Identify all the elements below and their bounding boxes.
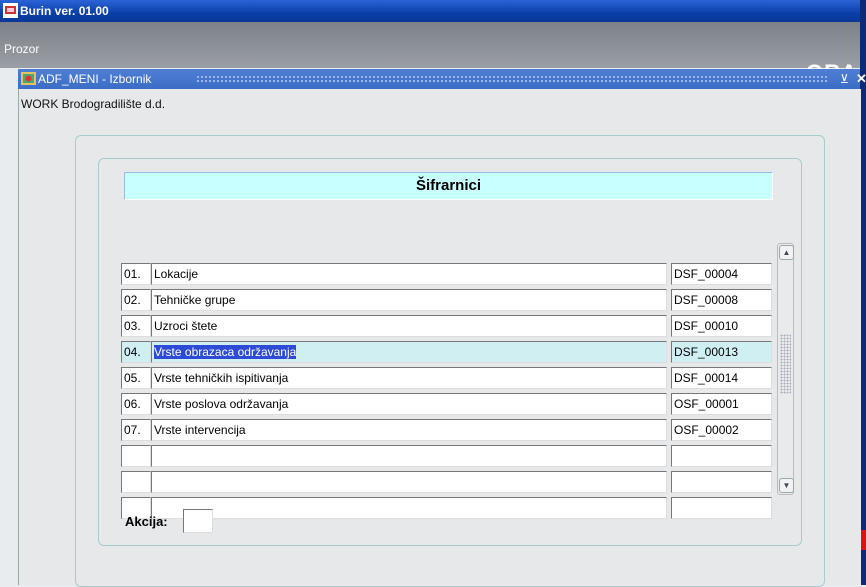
row-name[interactable]: Vrste intervencija xyxy=(151,419,667,441)
menubar: Prozor ORA xyxy=(0,22,860,85)
row-name-text: Uzroci štete xyxy=(154,319,218,333)
row-number[interactable]: 06. xyxy=(121,393,151,415)
row-name[interactable]: Lokacije xyxy=(151,263,667,285)
row-name-text: Vrste tehničkih ispitivanja xyxy=(154,371,289,385)
row-code[interactable]: OSF_00001 xyxy=(671,393,772,415)
row-code[interactable] xyxy=(671,497,772,519)
row-name[interactable] xyxy=(151,445,667,467)
row-name-text: Lokacije xyxy=(154,267,199,281)
menu-prozor[interactable]: Prozor xyxy=(4,42,39,56)
row-code[interactable] xyxy=(671,445,772,467)
form-icon xyxy=(21,72,36,85)
minimize-icon[interactable]: ⊻ xyxy=(840,69,849,89)
row-name-text: Vrste intervencija xyxy=(154,423,246,437)
action-input[interactable] xyxy=(183,509,213,533)
window-body: WORK Brodogradilište d.d. Šifrarnici 01.… xyxy=(18,89,861,587)
row-number[interactable]: 05. xyxy=(121,367,151,389)
inner-panel: Šifrarnici 01. Lokacije DSF_00004 02. Tehnič… xyxy=(98,158,802,546)
row-code[interactable]: DSF_00004 xyxy=(671,263,772,285)
row-name[interactable]: Tehničke grupe xyxy=(151,289,667,311)
row-number[interactable]: 02. xyxy=(121,289,151,311)
window-titlebar[interactable]: ADF_MENI - Izbornik ⊻ ✕ xyxy=(18,69,866,89)
row-number[interactable] xyxy=(121,471,151,493)
company-name: WORK Brodogradilište d.d. xyxy=(21,97,166,111)
action-label: Akcija: xyxy=(125,514,168,529)
row-code[interactable]: DSF_00010 xyxy=(671,315,772,337)
window-title: ADF_MENI - Izbornik xyxy=(38,72,152,86)
list-scrollbar[interactable]: ▲ ▼ xyxy=(777,243,794,495)
row-code[interactable]: DSF_00013 xyxy=(671,341,772,363)
row-code[interactable]: DSF_00014 xyxy=(671,367,772,389)
row-name[interactable]: Uzroci štete xyxy=(151,315,667,337)
row-number[interactable]: 03. xyxy=(121,315,151,337)
row-name-text: Tehničke grupe xyxy=(154,293,236,307)
titlebar-pattern xyxy=(196,75,828,83)
row-number[interactable]: 04. xyxy=(121,341,151,363)
row-code[interactable]: DSF_00008 xyxy=(671,289,772,311)
row-number[interactable]: 07. xyxy=(121,419,151,441)
row-name-text: Vrste poslova održavanja xyxy=(154,397,289,411)
row-code[interactable]: OSF_00002 xyxy=(671,419,772,441)
section-header: Šifrarnici xyxy=(124,172,773,200)
row-number[interactable] xyxy=(121,445,151,467)
outer-panel: Šifrarnici 01. Lokacije DSF_00004 02. Tehnič… xyxy=(75,135,825,587)
scroll-down-icon[interactable]: ▼ xyxy=(779,478,794,493)
scroll-up-icon[interactable]: ▲ xyxy=(779,245,794,260)
row-name-text: Vrste obrazaca održavanja xyxy=(154,345,297,359)
row-code[interactable] xyxy=(671,471,772,493)
row-name[interactable]: Vrste poslova održavanja xyxy=(151,393,667,415)
row-number[interactable]: 01. xyxy=(121,263,151,285)
app-titlebar[interactable]: Burin ver. 01.00 xyxy=(0,0,860,22)
row-name[interactable]: Vrste obrazaca održavanja xyxy=(151,341,667,363)
close-icon[interactable]: ✕ xyxy=(856,69,866,89)
row-name[interactable]: Vrste tehničkih ispitivanja xyxy=(151,367,667,389)
scroll-thumb[interactable] xyxy=(780,334,791,394)
row-name[interactable] xyxy=(151,497,667,519)
app-title: Burin ver. 01.00 xyxy=(20,4,109,18)
app-icon xyxy=(3,3,18,18)
row-name[interactable] xyxy=(151,471,667,493)
